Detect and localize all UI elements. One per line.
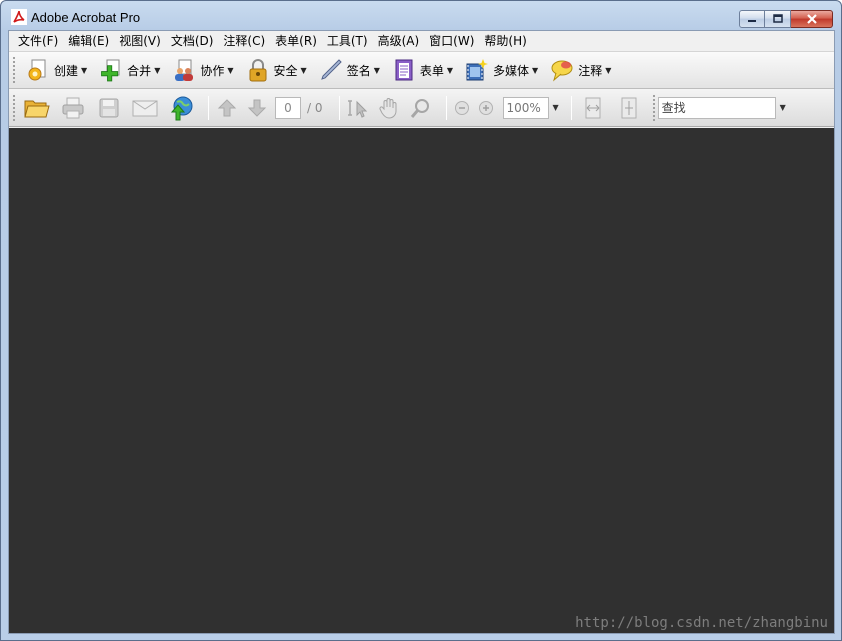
menu-edit[interactable]: 编辑(E) — [63, 32, 114, 50]
open-button[interactable] — [22, 93, 52, 123]
menu-tools[interactable]: 工具(T) — [322, 32, 373, 50]
marquee-zoom-button[interactable] — [408, 93, 434, 123]
dropdown-caret-icon: ▼ — [81, 65, 88, 75]
hand-tool-button[interactable] — [376, 93, 402, 123]
menu-help[interactable]: 帮助(H) — [479, 32, 531, 50]
email-button[interactable] — [130, 93, 160, 123]
combine-button[interactable]: 合并 ▼ — [95, 55, 164, 85]
toolbar-grip[interactable] — [12, 56, 16, 84]
create-icon — [26, 58, 50, 82]
sign-button[interactable]: 签名 ▼ — [315, 55, 384, 85]
create-button[interactable]: 创建 ▼ — [22, 55, 91, 85]
toolbar-separator — [208, 95, 209, 120]
pen-icon — [319, 58, 343, 82]
zoom-level-input[interactable]: 100% — [502, 96, 549, 119]
maximize-button[interactable] — [765, 10, 791, 28]
maximize-icon — [772, 14, 783, 23]
arrow-up-icon — [217, 98, 237, 116]
zoom-out-button[interactable] — [453, 93, 471, 123]
search-dropdown-caret-icon[interactable]: ▼ — [780, 103, 786, 112]
close-button[interactable] — [791, 10, 833, 28]
menu-file[interactable]: 文件(F) — [13, 32, 63, 50]
toolbar-grip[interactable] — [651, 93, 656, 122]
dropdown-caret-icon: ▼ — [605, 65, 612, 75]
acrobat-logo-icon — [11, 9, 27, 25]
zoom-out-icon — [454, 100, 469, 115]
dropdown-caret-icon: ▼ — [300, 65, 307, 75]
upload-button[interactable] — [166, 93, 196, 123]
save-button[interactable] — [94, 93, 124, 123]
dropdown-caret-icon: ▼ — [154, 65, 161, 75]
fit-width-button[interactable] — [578, 93, 608, 123]
zoom-in-icon — [478, 100, 493, 115]
previous-page-button[interactable] — [215, 93, 239, 123]
title-bar[interactable]: Adobe Acrobat Pro — [1, 1, 841, 31]
app-window: Adobe Acrobat Pro 文件(F) 编辑(E) 视图(V) 文档(D… — [0, 0, 842, 641]
select-tool-button[interactable] — [346, 93, 370, 123]
fit-width-icon — [585, 97, 601, 118]
menu-forms[interactable]: 表单(R) — [270, 32, 322, 50]
form-icon — [392, 58, 416, 82]
window-controls — [739, 10, 833, 29]
file-toolbar: 0 / 0 100% ▼ 查找 ▼ — [9, 89, 834, 127]
window-title: Adobe Acrobat Pro — [31, 10, 141, 25]
minimize-icon — [748, 20, 756, 22]
print-button[interactable] — [58, 93, 88, 123]
dropdown-caret-icon: ▼ — [373, 65, 380, 75]
zoom-in-button[interactable] — [477, 93, 495, 123]
zoom-dropdown-caret-icon[interactable]: ▼ — [553, 103, 559, 112]
client-area: 文件(F) 编辑(E) 视图(V) 文档(D) 注释(C) 表单(R) 工具(T… — [8, 30, 835, 634]
toolbar-grip[interactable] — [12, 93, 16, 122]
comment-icon — [550, 58, 574, 82]
secure-button[interactable]: 安全 ▼ — [242, 55, 311, 85]
menu-window[interactable]: 窗口(W) — [424, 32, 479, 50]
menu-comments[interactable]: 注释(C) — [218, 32, 270, 50]
toolbar-separator — [338, 95, 340, 120]
save-icon — [99, 98, 119, 117]
toolbar-separator — [570, 95, 572, 120]
menu-advanced[interactable]: 高级(A) — [373, 32, 425, 50]
document-pane[interactable]: http://blog.csdn.net/zhangbinu — [9, 128, 834, 633]
collaborate-button[interactable]: 协作 ▼ — [168, 55, 237, 85]
fit-page-button[interactable] — [614, 93, 644, 123]
arrow-down-icon — [247, 99, 267, 117]
minimize-button[interactable] — [739, 10, 765, 28]
zoom-tool-icon — [410, 98, 429, 118]
search-input[interactable]: 查找 — [657, 96, 776, 119]
close-icon — [806, 14, 817, 24]
dropdown-caret-icon: ▼ — [446, 65, 454, 75]
menu-view[interactable]: 视图(V) — [114, 32, 166, 50]
page-total: / 0 — [307, 100, 323, 115]
collaborate-icon — [172, 58, 196, 82]
page-number-input[interactable]: 0 — [275, 96, 301, 119]
next-page-button[interactable] — [245, 93, 269, 123]
fit-page-icon — [621, 97, 637, 118]
tasks-toolbar: 创建 ▼ 合并 ▼ 协作 ▼ 安全 ▼ 签名 ▼ 表单 ▼ 多媒体 ▼ 注释 ▼ — [9, 51, 834, 89]
multimedia-icon — [465, 58, 489, 82]
toolbar-separator — [445, 95, 447, 120]
forms-button[interactable]: 表单 ▼ — [388, 55, 457, 85]
dropdown-caret-icon: ▼ — [532, 65, 539, 75]
comment-button[interactable]: 注释 ▼ — [546, 55, 615, 85]
combine-icon — [99, 58, 123, 82]
watermark-text: http://blog.csdn.net/zhangbinu — [575, 615, 828, 631]
menu-bar: 文件(F) 编辑(E) 视图(V) 文档(D) 注释(C) 表单(R) 工具(T… — [9, 31, 834, 51]
globe-upload-icon — [170, 96, 193, 120]
dropdown-caret-icon: ▼ — [227, 65, 234, 75]
menu-document[interactable]: 文档(D) — [166, 32, 219, 50]
folder-open-icon — [24, 100, 50, 117]
text-select-icon — [347, 99, 367, 118]
email-icon — [132, 100, 158, 116]
lock-icon — [246, 58, 270, 82]
multimedia-button[interactable]: 多媒体 ▼ — [461, 55, 542, 85]
printer-icon — [62, 97, 84, 118]
hand-icon — [378, 97, 396, 119]
